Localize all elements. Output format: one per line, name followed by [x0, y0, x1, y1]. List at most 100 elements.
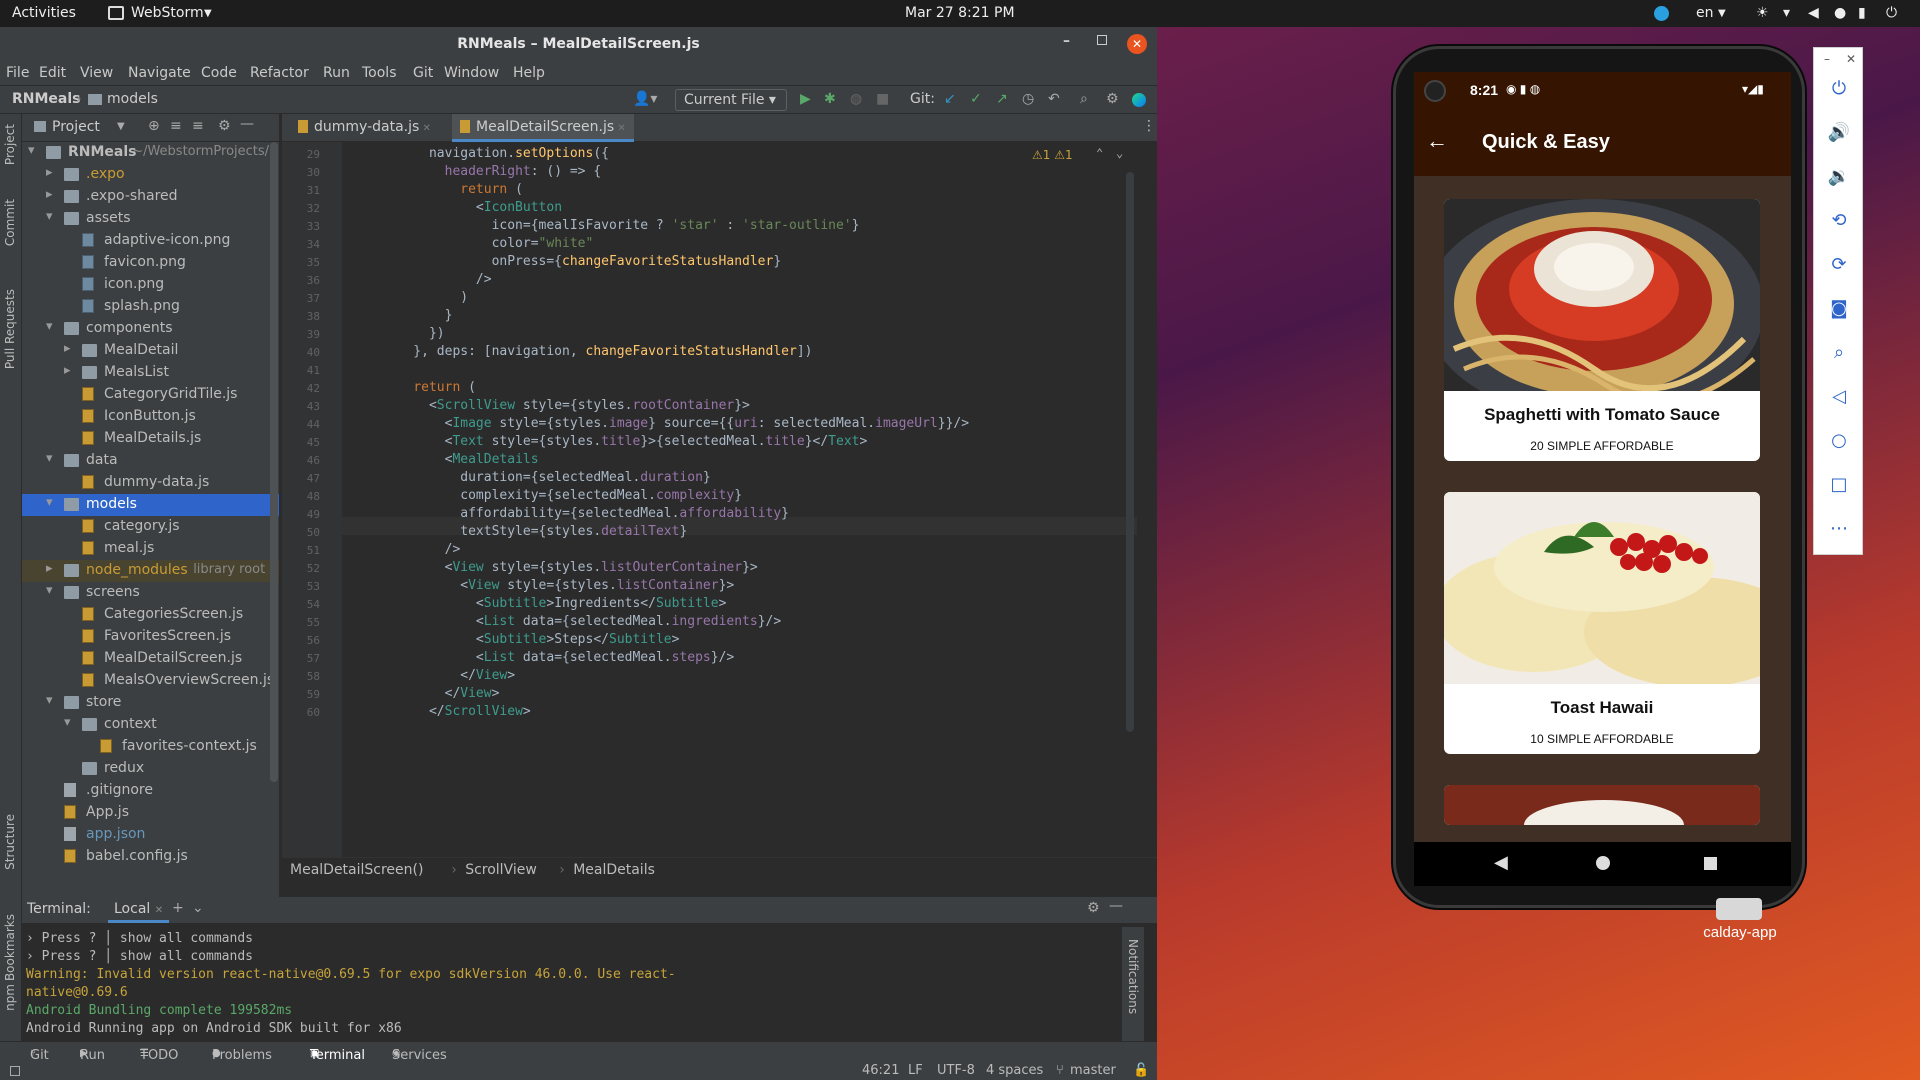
collapse-all-icon[interactable]: ≡ — [192, 118, 204, 134]
tree-item[interactable]: .gitignore — [22, 780, 279, 802]
tree-item[interactable]: ▸ MealDetail — [22, 340, 279, 362]
home-icon[interactable]: ○ — [1827, 430, 1851, 454]
chevron-right-icon[interactable]: ▸ — [46, 165, 53, 180]
indent-setting[interactable]: 4 spaces — [986, 1063, 1043, 1078]
emulator-close-button[interactable]: ✕ — [1846, 52, 1856, 66]
warnings-indicator[interactable]: ⚠1 ⚠1 — [1032, 148, 1073, 162]
tree-item[interactable]: CategoryGridTile.js — [22, 384, 279, 406]
code-line[interactable]: }) — [382, 326, 445, 341]
editor-scrollbar[interactable] — [1126, 172, 1134, 732]
run-icon[interactable]: ▶ — [800, 91, 811, 107]
gear-icon[interactable]: ⚙ — [218, 118, 231, 134]
tree-item[interactable]: ▾ screens — [22, 582, 279, 604]
code-line[interactable]: </View> — [382, 668, 515, 683]
code-line[interactable]: <Image style={styles.image} source={{uri… — [382, 416, 969, 431]
menu-code[interactable]: Code — [201, 65, 237, 81]
coverage-icon[interactable]: ◍ — [850, 91, 862, 107]
tree-item[interactable]: dummy-data.js — [22, 472, 279, 494]
hide-panel-icon[interactable]: — — [240, 116, 254, 132]
code-line[interactable]: complexity={selectedMeal.complexity} — [382, 488, 742, 503]
close-icon[interactable]: ✕ — [419, 123, 430, 134]
menu-tools[interactable]: Tools — [362, 65, 397, 81]
chevron-right-icon[interactable]: ▸ — [46, 561, 53, 576]
tree-item[interactable]: redux — [22, 758, 279, 780]
history-icon[interactable]: ◷ — [1022, 91, 1034, 107]
status-toggle-icon[interactable] — [10, 1066, 20, 1076]
new-terminal-icon[interactable]: + — [172, 900, 184, 916]
code-line[interactable]: <Subtitle>Ingredients</Subtitle> — [382, 596, 727, 611]
code-line[interactable]: headerRight: () => { — [382, 164, 602, 179]
tree-item[interactable]: ▾ models — [22, 494, 279, 516]
volume-up-icon[interactable]: 🔊 — [1827, 122, 1851, 146]
tree-item[interactable]: icon.png — [22, 274, 279, 296]
telegram-icon[interactable] — [1654, 6, 1669, 21]
code-line[interactable]: navigation.setOptions({ — [382, 146, 609, 161]
menu-view[interactable]: View — [80, 65, 113, 81]
chevron-down-icon[interactable]: ⌄ — [1116, 146, 1123, 160]
tree-item[interactable]: ▾ context — [22, 714, 279, 736]
code-line[interactable]: <MealDetails — [382, 452, 539, 467]
back-icon[interactable]: ◁ — [1827, 386, 1851, 410]
tool-project[interactable]: Project — [3, 124, 17, 165]
code-line[interactable]: /> — [382, 542, 461, 557]
chevron-down-icon[interactable]: ▾ — [28, 143, 35, 158]
tool-npm[interactable]: npm — [3, 984, 17, 1011]
tree-item[interactable]: ▾ RNMeals ~/WebstormProjects/ — [22, 142, 279, 164]
nav-home-icon[interactable] — [1596, 856, 1610, 870]
code-line[interactable]: /> — [382, 272, 492, 287]
tree-item[interactable]: MealDetailScreen.js — [22, 648, 279, 670]
maximize-button[interactable] — [1097, 35, 1107, 45]
power-icon[interactable]: ⏻ — [1827, 78, 1851, 102]
chevron-down-icon[interactable]: ▾ — [46, 693, 53, 708]
chevron-down-icon[interactable]: ▾ — [46, 209, 53, 224]
tool-pull-requests[interactable]: Pull Requests — [3, 289, 17, 369]
desktop-icon-label[interactable]: calday-app — [1690, 924, 1790, 941]
tree-scrollbar[interactable] — [270, 142, 278, 782]
tree-item[interactable]: MealDetails.js — [22, 428, 279, 450]
tree-item[interactable]: ▾ store — [22, 692, 279, 714]
tree-item[interactable]: app.json — [22, 824, 279, 846]
menu-edit[interactable]: Edit — [39, 65, 66, 81]
tree-item[interactable]: MealsOverviewScreen.js — [22, 670, 279, 692]
code-line[interactable]: affordability={selectedMeal.affordabilit… — [382, 506, 789, 521]
tree-item[interactable]: ▾ assets — [22, 208, 279, 230]
code-editor[interactable]: ⚠1 ⚠1 ⌃ ⌄ 29 navigation.setOptions({30 h… — [282, 142, 1137, 857]
lock-icon[interactable]: 🔓 — [1133, 1063, 1149, 1078]
chevron-down-icon[interactable]: ▾ — [64, 715, 71, 730]
nav-recents-icon[interactable] — [1704, 857, 1717, 870]
editor-breadcrumb-item[interactable]: MealDetails — [573, 862, 655, 878]
clock[interactable]: Mar 27 8:21 PM — [905, 5, 1015, 21]
chevron-down-icon[interactable]: ▾ — [46, 319, 53, 334]
settings-icon[interactable]: ⚙ — [1106, 91, 1119, 107]
tree-item[interactable]: category.js — [22, 516, 279, 538]
code-line[interactable]: onPress={changeFavoriteStatusHandler} — [382, 254, 782, 269]
code-line[interactable]: <List data={selectedMeal.steps}/> — [382, 650, 734, 665]
gear-icon[interactable]: ⚙ — [1087, 900, 1100, 916]
power-icon[interactable]: ⏻ — [1886, 5, 1897, 21]
chevron-up-icon[interactable]: ⌃ — [1096, 146, 1103, 160]
tree-item[interactable]: ▸ MealsList — [22, 362, 279, 384]
cursor-position[interactable]: 46:21 — [862, 1063, 899, 1078]
meal-card[interactable]: Toast Hawaii 10 SIMPLE AFFORDABLE — [1444, 492, 1760, 754]
file-encoding[interactable]: UTF-8 — [937, 1063, 975, 1078]
project-view-select[interactable]: Project — [52, 119, 100, 135]
language-indicator[interactable]: en — [1696, 5, 1714, 21]
chevron-down-icon[interactable]: ▾ — [46, 451, 53, 466]
code-line[interactable]: return ( — [382, 380, 476, 395]
expand-all-icon[interactable]: ≡ — [170, 118, 182, 134]
code-line[interactable]: icon={mealIsFavorite ? 'star' : 'star-ou… — [382, 218, 860, 233]
tree-item[interactable]: favicon.png — [22, 252, 279, 274]
code-line[interactable]: duration={selectedMeal.duration} — [382, 470, 710, 485]
user-icon[interactable]: 👤▾ — [633, 91, 657, 107]
tree-item[interactable]: ▸ .expo — [22, 164, 279, 186]
close-button[interactable]: ✕ — [1127, 34, 1147, 54]
more-icon[interactable]: ⋯ — [1827, 518, 1851, 542]
tool-commit[interactable]: Commit — [3, 199, 17, 246]
menu-help[interactable]: Help — [513, 65, 545, 81]
tree-item[interactable]: App.js — [22, 802, 279, 824]
more-tabs-icon[interactable]: ⋮ — [1142, 118, 1156, 134]
meal-card[interactable] — [1444, 785, 1760, 825]
editor-tab[interactable]: MealDetailScreen.js ✕ — [452, 114, 634, 142]
tree-item[interactable]: splash.png — [22, 296, 279, 318]
menu-window[interactable]: Window — [444, 65, 499, 81]
